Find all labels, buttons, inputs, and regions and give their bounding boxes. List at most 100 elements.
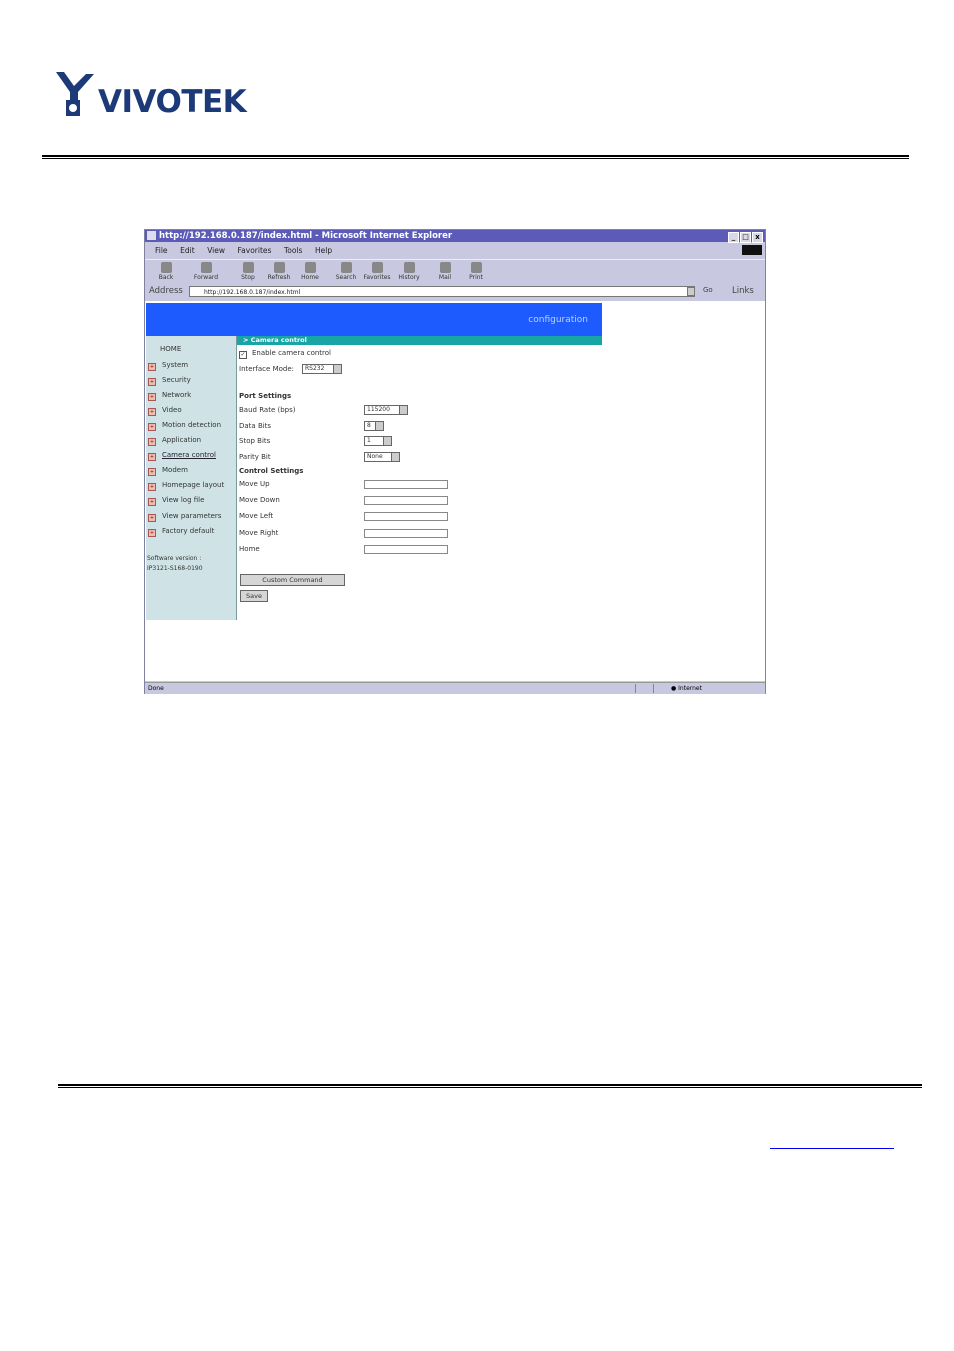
ie-icon — [147, 231, 156, 240]
chevron-down-icon — [333, 365, 341, 373]
menu-tools[interactable]: Tools — [284, 246, 302, 255]
data-bits-label: Data Bits — [239, 422, 272, 430]
expand-icon: + — [148, 378, 156, 386]
expand-icon: + — [148, 529, 156, 537]
maximize-button[interactable]: □ — [740, 232, 751, 243]
refresh-button[interactable]: Refresh — [264, 261, 294, 281]
move-left-label: Move Left — [239, 512, 274, 520]
stop-bits-label: Stop Bits — [239, 437, 271, 445]
interface-mode-select[interactable]: RS232 — [302, 364, 342, 374]
title-bar: http://192.168.0.187/index.html - Micros… — [145, 230, 765, 243]
move-down-input[interactable] — [364, 496, 448, 505]
status-divider — [635, 684, 636, 693]
menu-favorites[interactable]: Favorites — [238, 246, 272, 255]
address-input[interactable]: http://192.168.0.187/index.html — [189, 286, 695, 297]
logo-wordmark: VIVOTEK — [98, 84, 247, 120]
chevron-down-icon — [399, 406, 407, 414]
mail-icon — [439, 262, 451, 273]
sidebar-item-video[interactable]: + Video — [148, 406, 182, 416]
refresh-icon — [273, 262, 285, 273]
expand-icon: + — [148, 453, 156, 461]
baud-rate-label: Baud Rate (bps) — [239, 406, 296, 414]
expand-icon: + — [148, 514, 156, 522]
address-label: Address — [149, 286, 183, 296]
stop-button[interactable]: Stop — [233, 261, 263, 281]
toolbar: Back Forward Stop Refresh Home Search Fa… — [145, 259, 765, 286]
enable-checkbox[interactable]: ✓ — [239, 351, 247, 359]
internet-zone: ● Internet — [671, 685, 702, 692]
status-bar: Done ● Internet — [145, 682, 765, 694]
menu-view[interactable]: View — [207, 246, 225, 255]
menu-edit[interactable]: Edit — [180, 246, 195, 255]
move-right-label: Move Right — [239, 529, 279, 537]
chevron-down-icon — [383, 437, 391, 445]
status-divider — [653, 684, 654, 693]
expand-icon: + — [148, 423, 156, 431]
links-button[interactable]: Links — [732, 286, 754, 296]
banner-title: configuration — [528, 315, 588, 325]
stop-bits-select[interactable]: 1 — [364, 436, 392, 446]
header-rule — [42, 155, 909, 159]
history-icon — [403, 262, 415, 273]
logo-mark-icon — [56, 72, 94, 116]
sidebar-item-modem[interactable]: + Modem — [148, 466, 188, 476]
sidebar-item-motion-detection[interactable]: + Motion detection — [148, 421, 221, 431]
expand-icon: + — [148, 393, 156, 401]
parity-bit-select[interactable]: None — [364, 452, 400, 462]
chevron-down-icon — [375, 422, 383, 430]
search-button[interactable]: Search — [331, 261, 361, 281]
expand-icon: + — [148, 468, 156, 476]
section-title: > Camera control — [237, 336, 602, 345]
minimize-button[interactable]: _ — [728, 232, 739, 243]
move-right-input[interactable] — [364, 529, 448, 538]
history-button[interactable]: History — [394, 261, 424, 281]
forward-button[interactable]: Forward — [191, 261, 221, 281]
menu-help[interactable]: Help — [315, 246, 332, 255]
go-button[interactable]: Go — [703, 286, 713, 294]
footer-link[interactable] — [770, 1140, 894, 1149]
expand-icon: + — [148, 438, 156, 446]
enable-camera-control[interactable]: ✓ Enable camera control — [239, 349, 331, 359]
parity-bit-label: Parity Bit — [239, 453, 271, 461]
close-button[interactable]: x — [752, 232, 763, 243]
home-input[interactable] — [364, 545, 448, 554]
save-button[interactable]: Save — [240, 590, 268, 602]
sidebar-item-network[interactable]: + Network — [148, 391, 191, 401]
sidebar-home-link[interactable]: HOME — [160, 345, 181, 353]
favorites-button[interactable]: Favorites — [362, 261, 392, 281]
move-left-input[interactable] — [364, 512, 448, 521]
control-settings-heading: Control Settings — [239, 467, 304, 475]
config-banner: configuration — [146, 303, 602, 336]
windows-flag-icon — [742, 245, 762, 255]
menu-file[interactable]: File — [155, 246, 168, 255]
data-bits-select[interactable]: 8 — [364, 421, 384, 431]
sidebar-item-camera-control[interactable]: + Camera control — [148, 451, 216, 461]
sidebar-item-homepage-layout[interactable]: + Homepage layout — [148, 481, 224, 491]
move-up-input[interactable] — [364, 480, 448, 489]
port-settings-heading: Port Settings — [239, 392, 292, 400]
mail-button[interactable]: Mail — [430, 261, 460, 281]
status-text: Done — [148, 685, 164, 692]
favorites-icon — [371, 262, 383, 273]
page-content: configuration HOME + System + Security + Ne… — [145, 301, 765, 681]
expand-icon: + — [148, 498, 156, 506]
home-button[interactable]: Home — [295, 261, 325, 281]
interface-mode-label: Interface Mode: — [239, 365, 294, 373]
sidebar-item-application[interactable]: + Application — [148, 436, 201, 446]
address-dropdown-icon[interactable] — [687, 287, 695, 296]
back-icon — [160, 262, 172, 273]
sidebar: HOME + System + Security + Network + Video +… — [146, 336, 237, 620]
baud-rate-select[interactable]: 115200 — [364, 405, 408, 415]
sidebar-item-view-parameters[interactable]: + View parameters — [148, 512, 221, 522]
sidebar-item-security[interactable]: + Security — [148, 376, 191, 386]
address-bar: Address http://192.168.0.187/index.html … — [145, 285, 765, 299]
sidebar-item-system[interactable]: + System — [148, 361, 188, 371]
home-icon — [304, 262, 316, 273]
print-button[interactable]: Print — [461, 261, 491, 281]
custom-command-button[interactable]: Custom Command — [240, 574, 345, 586]
back-button[interactable]: Back — [151, 261, 181, 281]
move-down-label: Move Down — [239, 496, 280, 504]
sidebar-item-factory-default[interactable]: + Factory default — [148, 527, 214, 537]
sidebar-item-view-log-file[interactable]: + View log file — [148, 496, 204, 506]
print-icon — [470, 262, 482, 273]
